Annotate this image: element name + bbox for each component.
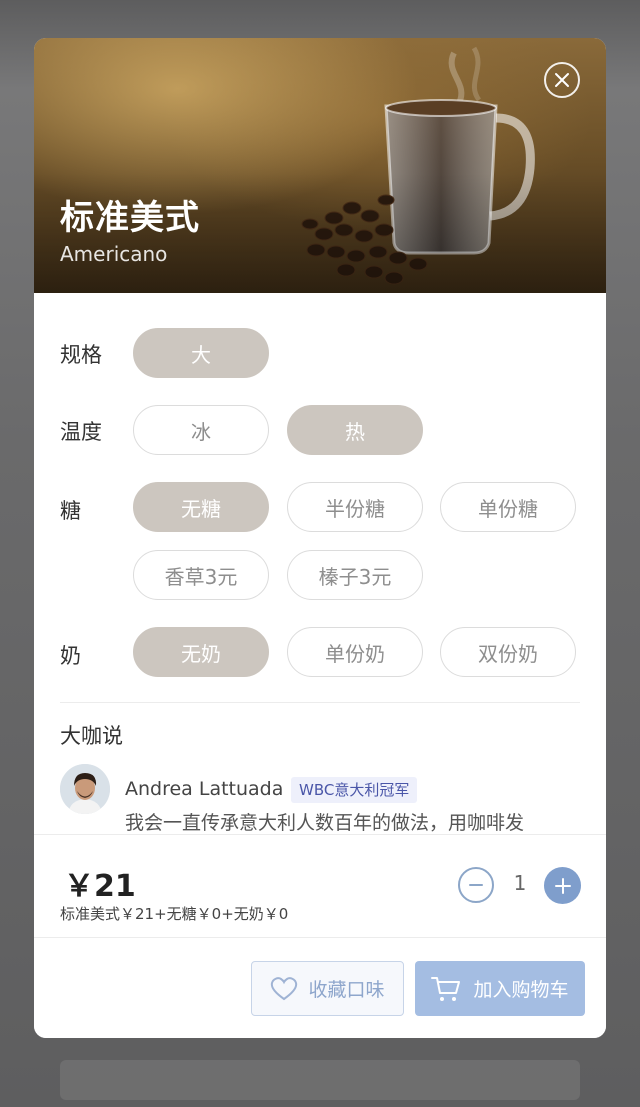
plus-icon (554, 877, 571, 894)
close-button[interactable] (544, 62, 580, 98)
order-footer: ￥21 标准美式￥21+无糖￥0+无奶￥0 1 收藏口味 加入购物车 (34, 834, 606, 1038)
favorite-button[interactable]: 收藏口味 (251, 961, 404, 1016)
sugar-label: 糖 (60, 499, 81, 523)
temperature-label: 温度 (60, 420, 102, 444)
cart-icon (431, 976, 461, 1001)
quantity-value: 1 (513, 871, 527, 895)
barista-section-title: 大咖说 (60, 724, 123, 748)
product-subtitle: Americano (60, 242, 168, 266)
close-icon (555, 73, 569, 87)
minus-icon (469, 884, 483, 886)
size-label: 规格 (60, 343, 102, 367)
barista-quote: 我会一直传承意大利人数百年的做法，用咖啡发 (125, 812, 525, 834)
sugar-option-vanilla[interactable]: 香草3元 (133, 550, 269, 600)
favorite-button-label: 收藏口味 (308, 979, 385, 1001)
product-title: 标准美式 (60, 198, 200, 238)
price-breakdown: 标准美式￥21+无糖￥0+无奶￥0 (60, 905, 289, 923)
footer-divider (34, 937, 606, 938)
temperature-option-hot[interactable]: 热 (287, 405, 423, 455)
quantity-decrease-button[interactable] (458, 867, 494, 903)
size-option-large[interactable]: 大 (133, 328, 269, 378)
milk-option-none[interactable]: 无奶 (133, 627, 269, 677)
options-divider (60, 702, 580, 703)
quantity-increase-button[interactable] (544, 867, 581, 904)
sugar-option-single[interactable]: 单份糖 (440, 482, 576, 532)
sugar-option-hazelnut[interactable]: 榛子3元 (287, 550, 423, 600)
backdrop-blur (60, 1060, 580, 1100)
sugar-option-half[interactable]: 半份糖 (287, 482, 423, 532)
add-to-cart-button[interactable]: 加入购物车 (415, 961, 585, 1016)
barista-badge: WBC意大利冠军 (291, 777, 418, 803)
barista-name: Andrea Lattuada (125, 778, 284, 800)
product-options-modal: 标准美式 Americano 规格 大 温度 冰 热 糖 无糖 半份糖 单份糖 … (34, 38, 606, 1038)
temperature-option-ice[interactable]: 冰 (133, 405, 269, 455)
product-hero: 标准美式 Americano (34, 38, 606, 293)
milk-label: 奶 (60, 644, 81, 668)
avatar (60, 764, 110, 814)
milk-option-single[interactable]: 单份奶 (287, 627, 423, 677)
add-to-cart-label: 加入购物车 (473, 979, 569, 1001)
total-price: ￥21 (64, 869, 136, 904)
milk-option-double[interactable]: 双份奶 (440, 627, 576, 677)
sugar-option-none[interactable]: 无糖 (133, 482, 269, 532)
heart-icon (271, 976, 298, 1000)
